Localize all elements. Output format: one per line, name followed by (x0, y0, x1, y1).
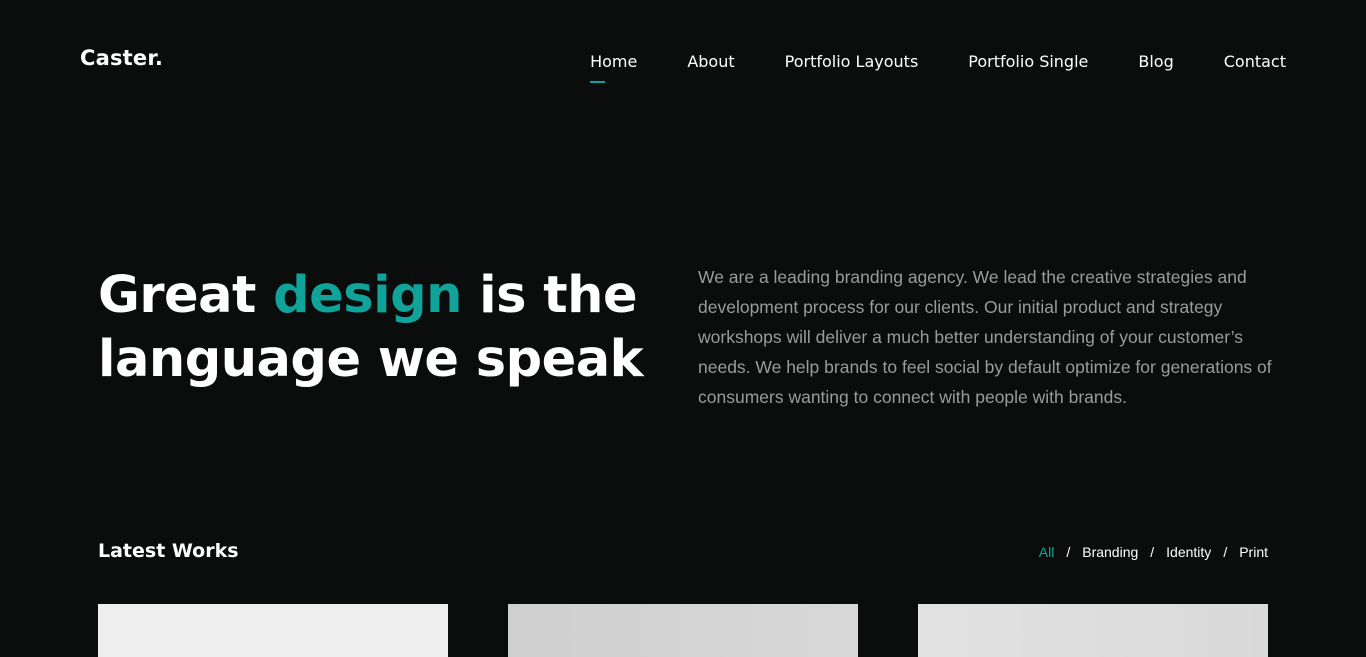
filter-identity[interactable]: Identity (1166, 544, 1211, 560)
work-card[interactable] (508, 604, 858, 657)
main-nav: Home About Portfolio Layouts Portfolio S… (590, 52, 1286, 83)
site-logo[interactable]: Caster. (80, 46, 163, 70)
filter-separator: / (1150, 544, 1155, 560)
work-card[interactable] (918, 604, 1268, 657)
latest-works-title: Latest Works (98, 540, 239, 562)
nav-item-contact[interactable]: Contact (1224, 52, 1286, 72)
filter-print[interactable]: Print (1239, 544, 1268, 560)
filter-separator: / (1066, 544, 1071, 560)
hero-title-part1: Great (98, 266, 274, 325)
nav-item-home[interactable]: Home (590, 52, 637, 83)
nav-item-blog[interactable]: Blog (1138, 52, 1173, 72)
hero-description: We are a leading branding agency. We lea… (698, 267, 1272, 407)
page: Caster. Home About Portfolio Layouts Por… (0, 0, 1366, 657)
filter-branding[interactable]: Branding (1082, 544, 1138, 560)
nav-item-about[interactable]: About (687, 52, 734, 72)
nav-item-portfolio-layouts[interactable]: Portfolio Layouts (785, 52, 919, 72)
works-filters: All / Branding / Identity / Print (1039, 544, 1268, 560)
works-grid (98, 604, 1268, 657)
hero-title-accent: design (273, 266, 462, 325)
filter-all[interactable]: All (1039, 544, 1055, 560)
hero-title: Great design is the language we speak (98, 264, 658, 392)
work-card[interactable] (98, 604, 448, 657)
nav-item-portfolio-single[interactable]: Portfolio Single (968, 52, 1088, 72)
filter-separator: / (1223, 544, 1228, 560)
